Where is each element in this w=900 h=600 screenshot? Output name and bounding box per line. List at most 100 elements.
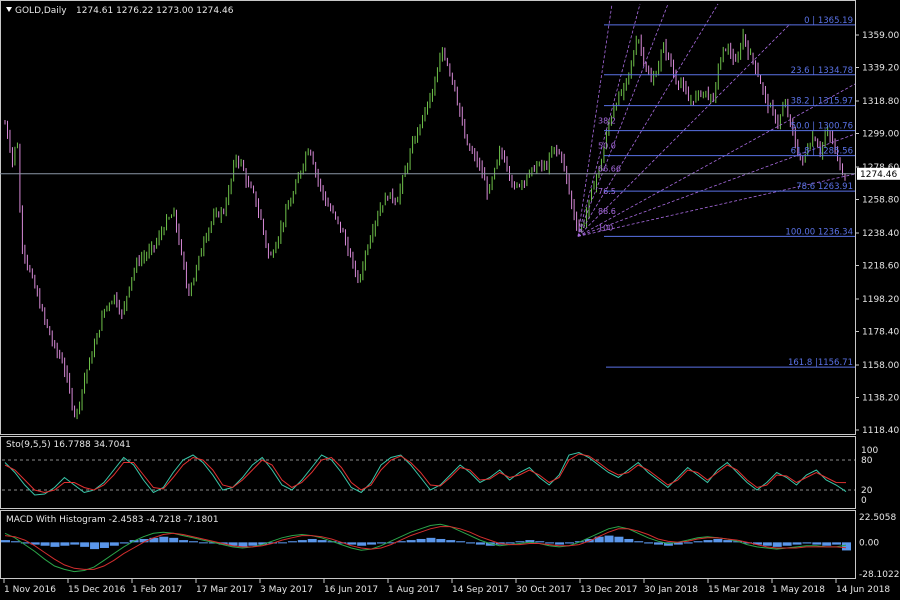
fib-level-label: 50.0 | 1300.76	[791, 122, 853, 132]
price-tick-label-0: 1359.00	[862, 31, 899, 41]
fib-level-label: 23.6 | 1334.78	[791, 66, 853, 76]
stochastic-tick-label-3: 0	[861, 496, 867, 506]
price-tick-label-11: 1138.20	[862, 393, 899, 403]
macd-histogram-bar	[376, 542, 386, 544]
macd-histogram-bar	[60, 542, 70, 546]
macd-histogram-bar	[723, 540, 733, 543]
gold-daily-chart: 38.2 50.0 66.66 76.5 88.6 100 0 | 1365.19 23.6…	[0, 0, 900, 600]
macd-histogram-bar	[842, 542, 851, 551]
fan-label: 66.66	[598, 164, 621, 173]
macd-histogram-bar	[762, 542, 772, 546]
time-tick-label-8: 30 Oct 2017	[516, 585, 572, 595]
macd-histogram-bar	[406, 540, 416, 543]
fib-level-label: 100.00 1236.34	[785, 227, 853, 237]
macd-histogram-bar	[693, 541, 703, 543]
price-tick-label-10: 1158.00	[862, 361, 899, 371]
macd-histogram-bar	[792, 542, 802, 545]
macd-histogram-bar	[772, 542, 782, 547]
macd-histogram-bar	[198, 542, 208, 544]
macd-histogram-bar	[604, 535, 614, 543]
macd-histogram-bar	[278, 542, 288, 544]
macd-histogram-bar	[713, 538, 723, 543]
time-tick-label-4: 3 May 2017	[260, 585, 313, 595]
macd-histogram-bar	[99, 542, 109, 548]
stochastic-title: Sto(9,5,5) 16.7788 34.7041	[6, 440, 131, 450]
macd-histogram-bar	[297, 540, 307, 543]
time-tick-label-6: 1 Aug 2017	[388, 585, 440, 595]
macd-histogram-bar	[802, 542, 812, 544]
macd-histogram-bar	[1, 540, 10, 543]
price-tick-label-1: 1339.20	[862, 64, 899, 74]
macd-histogram-bar	[357, 542, 367, 546]
time-tick-label-10: 30 Jan 2018	[644, 585, 698, 595]
fib-level-label: 0 | 1365.19	[804, 16, 853, 26]
macd-histogram-bar	[10, 541, 20, 543]
fan-label: 100	[598, 223, 613, 232]
macd-histogram-bar	[644, 542, 654, 544]
macd-tick-label-1: 0.00	[859, 538, 879, 548]
macd-histogram-bar	[822, 542, 832, 546]
stochastic-tick-label-2: 20	[861, 486, 873, 496]
time-tick-label-0: 1 Nov 2016	[4, 585, 56, 595]
price-tick-label-2: 1318.80	[862, 97, 899, 107]
macd-histogram-bar	[812, 542, 822, 545]
fib-level-label: 78.6 1263.91	[796, 182, 853, 192]
macd-histogram-bar	[564, 542, 574, 544]
macd-histogram-bar	[169, 537, 179, 543]
macd-histogram-bar	[119, 542, 129, 544]
price-tick-label-5: 1258.80	[862, 196, 899, 206]
macd-histogram-bar	[109, 542, 119, 546]
price-tick-label-9: 1178.40	[862, 327, 899, 337]
macd-title: MACD With Histogram -2.4583 -4.7218 -7.1…	[6, 515, 219, 525]
macd-histogram-bar	[545, 542, 555, 544]
chart-ohlc: 1274.61 1276.22 1273.00 1274.46	[76, 6, 234, 16]
macd-tick-label-2: -28.1022	[859, 570, 899, 580]
time-tick-label-2: 1 Feb 2017	[132, 585, 182, 595]
time-tick-label-7: 14 Sep 2017	[452, 585, 509, 595]
macd-histogram-bar	[436, 538, 446, 543]
current-price-label: 1274.46	[860, 170, 897, 180]
macd-histogram-bar	[515, 541, 525, 543]
macd-histogram-bar	[367, 542, 377, 545]
fib-level-label: 38.2 | 1315.97	[791, 97, 853, 107]
time-tick-label-5: 16 Jun 2017	[324, 585, 378, 595]
macd-histogram-bar	[188, 541, 198, 543]
fan-label: 50.0	[598, 141, 616, 150]
price-tick-label-12: 1118.40	[862, 426, 899, 436]
macd-histogram-bar	[50, 542, 60, 547]
macd-histogram-bar	[90, 542, 100, 550]
macd-histogram-bar	[624, 538, 634, 543]
macd-histogram-bar	[475, 542, 485, 545]
time-tick-label-1: 15 Dec 2016	[68, 585, 126, 595]
macd-histogram-bar	[287, 541, 297, 543]
macd-histogram-bar	[307, 538, 317, 543]
macd-histogram-bar	[416, 538, 426, 543]
macd-histogram-bar	[317, 540, 327, 543]
macd-histogram-bar	[505, 542, 515, 544]
fan-label: 38.2	[598, 117, 616, 126]
macd-histogram-bar	[782, 542, 792, 546]
time-tick-label-11: 15 Mar 2018	[708, 585, 765, 595]
macd-histogram-bar	[456, 541, 466, 543]
macd-histogram-bar	[535, 541, 545, 543]
macd-histogram-bar	[80, 542, 90, 547]
macd-histogram-bar	[248, 542, 258, 546]
stochastic-tick-label-0: 100	[861, 446, 878, 456]
macd-histogram-bar	[832, 542, 842, 545]
macd-histogram-bar	[654, 542, 664, 545]
price-tick-label-3: 1299.00	[862, 130, 899, 140]
macd-histogram-bar	[446, 540, 456, 543]
macd-tick-label-0: 22.5058	[859, 513, 896, 523]
time-tick-label-12: 1 May 2018	[772, 585, 825, 595]
macd-histogram-bar	[466, 542, 476, 544]
fan-label: 76.5	[598, 187, 616, 196]
fib-level-label: 61.8 | 1285.56	[791, 147, 853, 157]
macd-histogram-bar	[634, 541, 644, 543]
macd-histogram-bar	[40, 542, 50, 546]
macd-histogram-bar	[614, 536, 624, 543]
fib-level-label: 161.8 |1156.71	[788, 358, 853, 368]
fan-label: 88.6	[598, 207, 616, 216]
macd-histogram-bar	[555, 542, 565, 545]
chart-symbol: GOLD,Daily	[15, 6, 67, 16]
macd-histogram-bar	[703, 540, 713, 543]
